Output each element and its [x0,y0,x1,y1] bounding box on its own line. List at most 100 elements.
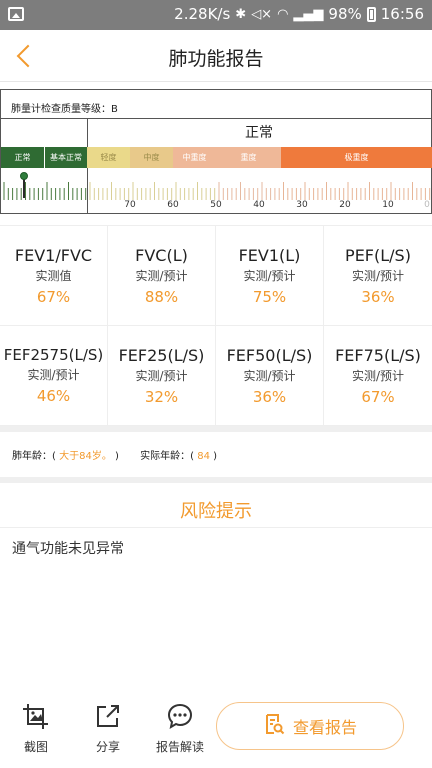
metric-subtitle: 实测/预计 [351,269,405,283]
level-very-severe: 极重度 [281,147,432,168]
view-report-label: 查看报告 [292,718,357,737]
metric-value: 67% [361,388,395,406]
metric-card[interactable]: FEF25(L/S) 实测/预计 32% [108,326,216,426]
section-divider [0,477,432,483]
scale-ticks [3,182,431,200]
share-button[interactable]: 分享 [78,702,138,755]
severity-gauge: 肺量计检查质量等级：B 正常 正常 基本正常 轻度 中度 中重度 重度 极重度 … [0,89,432,214]
metric-subtitle: 实测/预计 [351,369,405,383]
level-label: 中度 [143,153,160,162]
scale-number: 0 [424,200,430,210]
metric-subtitle: 实测/预计 [27,368,80,382]
level-basic-normal: 基本正常 [44,147,87,168]
scale-number: 40 [253,200,265,210]
report-search-icon [263,713,285,739]
level-label: 重度 [240,153,257,162]
scale-number: 30 [296,200,308,210]
risk-title: 风险提示 [180,501,252,522]
level-label: 正常 [14,153,31,162]
scale-number: 20 [339,200,351,210]
scale-number: 70 [124,200,136,210]
view-report-button[interactable]: 查看报告 [216,702,404,750]
metric-card[interactable]: FEF2575(L/S) 实测/预计 46% [0,326,108,426]
mute-icon: ◁× [251,6,273,22]
gallery-notification-icon [8,7,24,21]
actual-age-value: 84 [197,451,210,462]
level-normal: 正常 [1,147,44,168]
quality-grade-label: 肺量计检查质量等级：B [11,104,118,115]
report-interpret-button[interactable]: 报告解读 [150,702,210,755]
metric-value: 32% [144,388,179,406]
level-label: 轻度 [100,153,117,162]
scale-number: 60 [167,200,179,210]
level-severe: 重度 [216,147,281,168]
lung-age-label: 肺年龄：( [12,451,56,462]
screenshot-label: 截图 [23,740,48,754]
share-label: 分享 [95,740,120,754]
metric-card[interactable]: FEV1(L) 实测/预计 75% [216,226,324,326]
actual-age-label: 实际年龄：( [140,451,195,462]
scale-number: 50 [210,200,222,210]
battery-percent: 98% [328,5,362,23]
metric-subtitle: 实测/预计 [243,369,296,383]
gauge-divider [1,118,431,119]
page-title: 肺功能报告 [168,48,264,70]
section-divider [0,426,432,432]
metric-value: 67% [36,288,71,306]
metrics-grid: FEV1/FVC 实测值 67% FVC(L) 实测/预计 88% FEV1(L… [0,225,432,426]
metric-name: FEF2575(L/S) [3,346,104,364]
report-interpret-label: 报告解读 [155,740,204,754]
level-label: 基本正常 [50,153,82,162]
metric-value: 46% [36,387,71,405]
share-icon [93,702,123,730]
metric-name: PEF(L/S) [345,246,411,265]
metric-subtitle: 实测/预计 [135,269,188,283]
metric-card[interactable]: FEF50(L/S) 实测/预计 36% [216,326,324,426]
status-right: 2.28K/s ✱ ◁× ◠ ▂▄▆ 98% 16:56 [174,5,424,23]
crop-image-icon [21,702,51,730]
scale-number: 10 [382,200,394,210]
clock: 16:56 [380,5,424,23]
bottom-toolbar: 截图 分享 报告解读 查看报告 [0,690,432,768]
metric-name: FVC(L) [135,246,188,265]
risk-divider [0,527,432,528]
level-label: 中重度 [182,153,207,162]
chat-bubble-icon [165,702,195,730]
metric-card[interactable]: FVC(L) 实测/预计 88% [108,226,216,326]
battery-icon [366,6,376,22]
severity-levels: 正常 基本正常 轻度 中度 中重度 重度 极重度 [1,147,432,168]
metric-name: FEF50(L/S) [226,346,313,365]
metric-name: FEV1(L) [238,246,301,265]
level-mild: 轻度 [87,147,130,168]
metric-value: 75% [252,288,287,306]
status-bar: 2.28K/s ✱ ◁× ◠ ▂▄▆ 98% 16:56 [0,0,432,30]
result-title: 正常 [245,125,273,141]
network-speed: 2.28K/s [174,5,231,23]
level-moderate: 中度 [130,147,173,168]
age-row: 肺年龄：( 大于84岁。 ) 实际年龄：( 84 ) [12,447,217,462]
metric-subtitle: 实测/预计 [135,369,188,383]
risk-text: 通气功能未见异常 [12,541,124,557]
level-label: 极重度 [344,153,369,162]
metric-card[interactable]: PEF(L/S) 实测/预计 36% [324,226,432,326]
app-header: 肺功能报告 [0,30,432,82]
metric-name: FEV1/FVC [14,246,93,265]
scale-numbers: 70 60 50 40 30 20 10 0 [1,200,432,214]
level-moderate-severe: 中重度 [173,147,216,168]
wifi-icon: ◠ [277,6,289,22]
metric-value: 88% [144,288,179,306]
lung-age-value: 大于84岁。 [59,451,112,462]
metric-name: FEF75(L/S) [335,346,421,365]
position-marker [20,172,28,180]
metric-subtitle: 实测/预计 [243,269,296,283]
actual-age-close: ) [213,451,218,462]
lung-age-close: ) [115,451,119,462]
bluetooth-icon: ✱ [235,6,247,22]
metric-value: 36% [361,288,395,306]
metric-card[interactable]: FEV1/FVC 实测值 67% [0,226,108,326]
signal-icon: ▂▄▆ [293,6,324,22]
screenshot-button[interactable]: 截图 [6,702,66,755]
metric-value: 36% [252,388,287,406]
metric-name: FEF25(L/S) [118,346,205,365]
metric-card[interactable]: FEF75(L/S) 实测/预计 67% [324,326,432,426]
